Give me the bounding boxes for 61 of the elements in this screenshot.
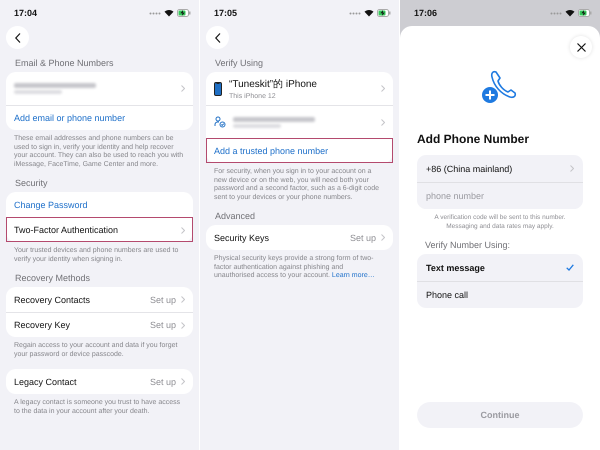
chevron-icon — [381, 118, 385, 126]
iphone-icon — [214, 82, 222, 96]
wifi-icon — [565, 9, 575, 17]
row-label: Security Keys — [214, 232, 270, 242]
section-header: Security — [15, 178, 49, 188]
list-row[interactable]: Add a trusted phone number — [206, 138, 393, 163]
link-text[interactable]: Add email or phone number — [14, 113, 126, 123]
row-label: Recovery Contacts — [14, 294, 90, 304]
country-selector[interactable]: +86 (China mainland) — [417, 155, 583, 182]
list-row[interactable]: Security Keys Set up — [206, 225, 393, 250]
back-button[interactable] — [206, 26, 229, 49]
device-name: “Tuneskit”的 iPhone — [229, 78, 317, 91]
option-row[interactable]: Phone call — [417, 281, 583, 308]
chevron-icon — [181, 226, 185, 234]
section-header: Verify Using — [215, 58, 264, 68]
section-header: Advanced — [215, 211, 256, 221]
section-header: Verify Number Using: — [425, 240, 510, 250]
battery-charging-icon — [177, 9, 191, 17]
list-row[interactable]: Two-Factor Authentication — [6, 217, 193, 242]
option-row[interactable]: Text message — [417, 254, 583, 281]
row-label: Two-Factor Authentication — [14, 225, 118, 235]
status-time: 17:05 — [214, 8, 238, 18]
list-row[interactable]: Add email or phone number — [6, 105, 193, 130]
chevron-icon — [570, 165, 574, 172]
back-chevron-icon — [214, 32, 220, 42]
list-row[interactable]: Change Password — [6, 192, 193, 217]
list-row[interactable]: Legacy Contact Set up — [6, 369, 193, 394]
chevron-icon — [181, 85, 185, 92]
close-button[interactable] — [570, 36, 592, 58]
battery-charging-icon — [578, 9, 592, 17]
person-check-icon — [214, 116, 226, 128]
back-chevron-icon — [14, 32, 20, 42]
chevron-icon — [381, 234, 385, 241]
link-text[interactable]: Change Password — [14, 200, 88, 210]
row-label: Recovery Key — [14, 320, 70, 330]
row-label: Legacy Contact — [14, 376, 77, 386]
back-button[interactable] — [6, 26, 29, 49]
chevron-icon — [381, 85, 385, 92]
section-header: Recovery Methods — [15, 273, 92, 283]
close-icon — [576, 42, 586, 52]
row-value: Set up — [350, 232, 376, 242]
wifi-icon — [164, 9, 174, 17]
list-row[interactable]: Recovery Contacts Set up — [6, 287, 193, 312]
chevron-icon — [181, 378, 185, 385]
section-header: Email & Phone Numbers — [15, 58, 115, 68]
row-value: Set up — [150, 376, 176, 386]
checkmark-icon — [566, 264, 574, 271]
signal-dots-icon — [349, 12, 361, 14]
status-time: 17:06 — [414, 8, 438, 18]
battery-charging-icon — [377, 9, 391, 17]
link-text[interactable]: Add a trusted phone number — [214, 146, 328, 156]
wifi-icon — [364, 9, 374, 17]
chevron-icon — [181, 322, 185, 328]
chevron-icon — [181, 296, 185, 303]
signal-dots-icon — [550, 12, 562, 14]
row-value: Set up — [150, 294, 176, 304]
row-value: Set up — [150, 320, 176, 330]
sheet-title: Add Phone Number — [417, 132, 530, 146]
list-row[interactable]: Recovery Key Set up — [6, 312, 193, 337]
status-time: 17:04 — [14, 8, 38, 18]
signal-dots-icon — [149, 12, 161, 14]
